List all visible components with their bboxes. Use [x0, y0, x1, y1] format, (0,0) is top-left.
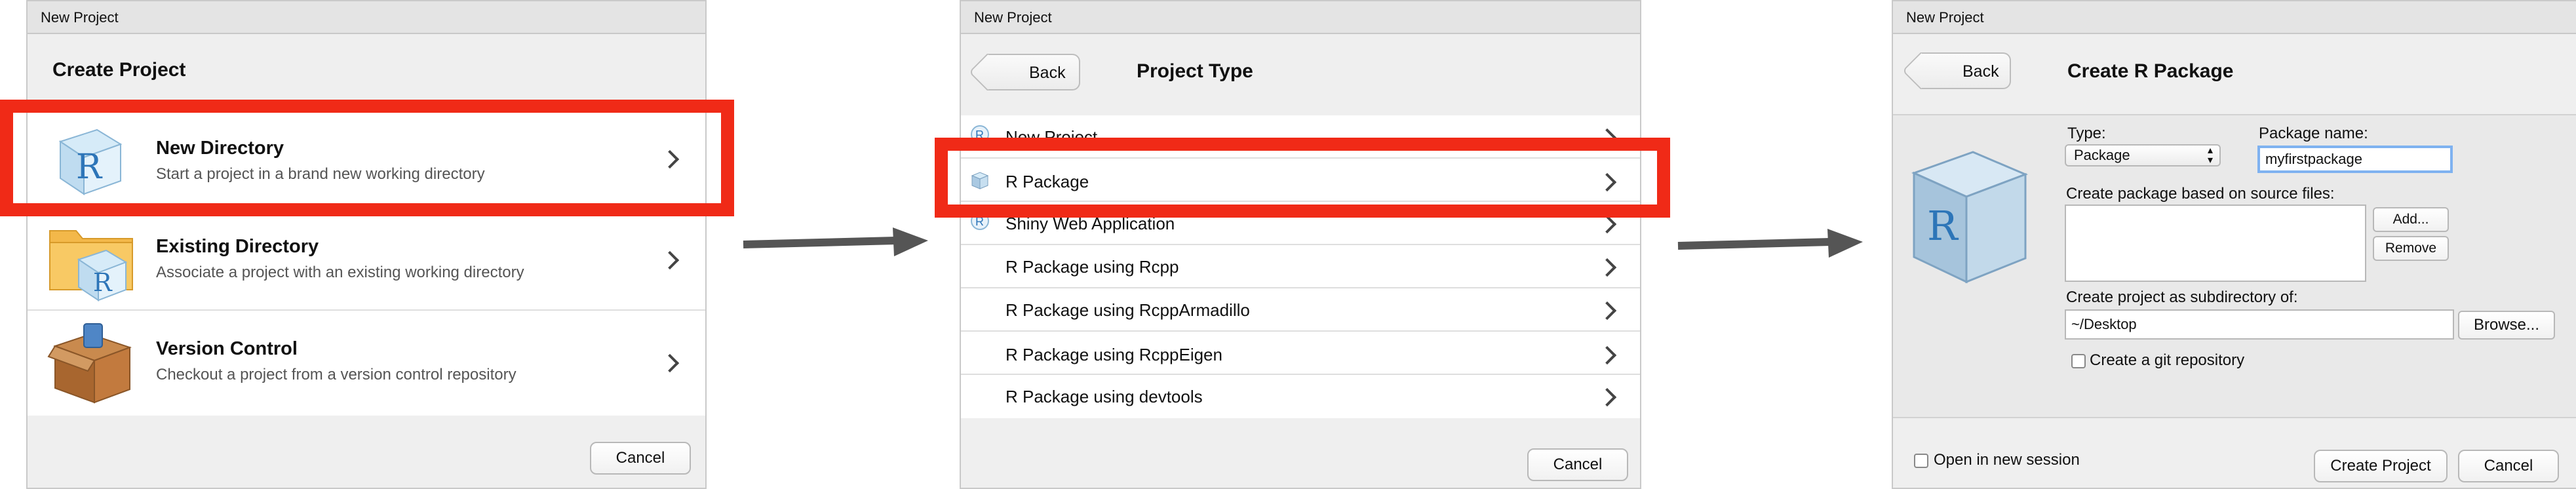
git-repo-label: Create a git repository [2090, 351, 2245, 369]
remove-button[interactable]: Remove [2373, 236, 2449, 261]
svg-text:R: R [1927, 202, 1959, 250]
package-name-value: myfirstpackage [2265, 151, 2362, 167]
package-name-label: Package name: [2259, 125, 2368, 142]
chevron-right-icon [660, 353, 680, 373]
arrow-right-icon [743, 227, 928, 256]
option-version-control[interactable]: Version Control Checkout a project from … [28, 311, 705, 413]
list-item-rcpp[interactable]: R Package using Rcpp [961, 245, 1640, 288]
form-panel: R Type: Package ▴ ▾ Package name: myfirst… [1893, 114, 2576, 418]
option-title: Existing Directory [156, 236, 319, 257]
chevron-right-icon [660, 250, 680, 270]
dialog-heading: Project Type [1137, 60, 1253, 82]
chevron-right-icon [1597, 214, 1617, 234]
git-repo-checkbox[interactable] [2071, 354, 2086, 368]
back-label: Back [1029, 64, 1066, 82]
option-title: Version Control [156, 338, 298, 359]
subdirectory-label: Create project as subdirectory of: [2066, 288, 2298, 306]
subdirectory-value: ~/Desktop [2071, 316, 2137, 332]
cancel-button[interactable]: Cancel [2458, 450, 2559, 482]
dialog-heading: Create R Package [2067, 60, 2234, 82]
chevron-right-icon [1597, 387, 1617, 407]
svg-text:R: R [93, 268, 113, 297]
folder-r-icon: R [49, 230, 133, 302]
list-item-devtools[interactable]: R Package using devtools [961, 375, 1640, 418]
window-title: New Project [961, 1, 1640, 34]
back-label: Back [1962, 62, 1999, 81]
create-project-button[interactable]: Create Project [2314, 450, 2448, 482]
arrow-right-icon [1677, 229, 1863, 258]
back-arrow-icon [1902, 52, 1940, 90]
list-item-label: R Package using devtools [1005, 387, 1203, 406]
chevron-right-icon [1597, 301, 1617, 321]
highlight-box [935, 138, 1670, 218]
add-button[interactable]: Add... [2373, 207, 2449, 232]
list-item-rcppeigen[interactable]: R Package using RcppEigen [961, 332, 1640, 375]
list-item-label: R Package using Rcpp [1005, 257, 1179, 277]
back-arrow-icon [968, 53, 1006, 91]
type-label: Type: [2067, 125, 2106, 142]
type-select[interactable]: Package ▴ ▾ [2065, 144, 2221, 166]
window-title: New Project [1893, 1, 2576, 34]
type-select-value: Package [2074, 147, 2130, 163]
option-existing-directory[interactable]: R Existing Directory Associate a project… [28, 208, 705, 311]
project-type-dialog: New Project Back Project Type R New Proj… [960, 0, 1641, 489]
cancel-button[interactable]: Cancel [590, 442, 691, 475]
list-item-label: R Package using RcppArmadillo [1005, 300, 1250, 320]
highlight-box [0, 100, 734, 216]
r-package-icon: R [1911, 151, 2029, 284]
source-files-label: Create package based on source files: [2066, 185, 2335, 203]
option-subtitle: Checkout a project from a version contro… [156, 366, 517, 383]
chevron-right-icon [1597, 345, 1617, 365]
list-item-rcpparmadillo[interactable]: R Package using RcppArmadillo [961, 288, 1640, 332]
create-r-package-dialog: New Project Back Create R Package R Type… [1892, 0, 2576, 489]
create-project-dialog: New Project Create Project R New Directo… [26, 0, 707, 489]
window-title: New Project [28, 1, 705, 34]
updown-arrows-icon: ▴ ▾ [2207, 145, 2213, 166]
subdirectory-input[interactable]: ~/Desktop [2065, 309, 2454, 340]
back-button[interactable]: Back [1902, 52, 2011, 90]
option-subtitle: Associate a project with an existing wor… [156, 264, 524, 281]
package-name-input[interactable]: myfirstpackage [2257, 146, 2453, 173]
chevron-right-icon [1597, 258, 1617, 277]
new-session-checkbox[interactable] [1914, 454, 1928, 468]
dialog-heading: Create Project [52, 59, 186, 81]
new-session-label: Open in new session [1934, 451, 2080, 469]
list-item-label: R Package using RcppEigen [1005, 345, 1222, 364]
cancel-button[interactable]: Cancel [1527, 448, 1628, 481]
back-button[interactable]: Back [968, 53, 1080, 91]
box-icon [47, 323, 132, 404]
browse-button[interactable]: Browse... [2458, 311, 2555, 340]
source-files-list[interactable] [2065, 205, 2366, 282]
